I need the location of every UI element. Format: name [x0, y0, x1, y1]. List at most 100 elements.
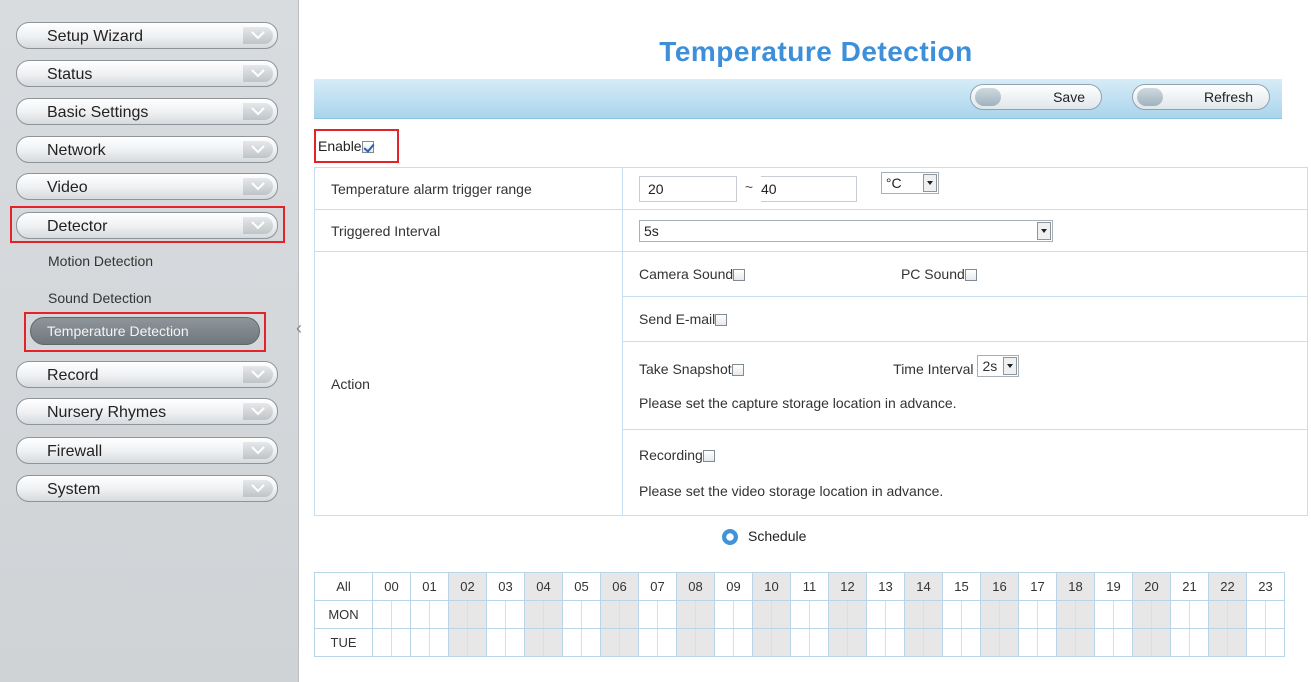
recording-checkbox[interactable] — [702, 449, 715, 462]
hour-header[interactable]: 15 — [942, 572, 981, 601]
enable-checkbox[interactable] — [361, 141, 374, 154]
schedule-cell[interactable] — [1170, 600, 1209, 629]
submenu-temperature-detection[interactable]: Temperature Detection — [30, 317, 260, 345]
schedule-cell[interactable] — [904, 600, 943, 629]
schedule-cell[interactable] — [1094, 600, 1133, 629]
hour-header[interactable]: 08 — [676, 572, 715, 601]
hour-header[interactable]: 17 — [1018, 572, 1057, 601]
hour-header[interactable]: 03 — [486, 572, 525, 601]
hour-header[interactable]: 22 — [1208, 572, 1247, 601]
menu-system[interactable]: System — [16, 475, 278, 502]
hour-header[interactable]: 02 — [448, 572, 487, 601]
schedule-cell[interactable] — [1018, 628, 1057, 657]
schedule-cell[interactable] — [980, 628, 1019, 657]
schedule-cell[interactable] — [524, 600, 563, 629]
triggered-interval-select[interactable]: 5s — [639, 219, 1053, 242]
hour-header[interactable]: 23 — [1246, 572, 1285, 601]
hour-header[interactable]: 01 — [410, 572, 449, 601]
camera-sound-checkbox[interactable] — [733, 269, 746, 282]
schedule-cell[interactable] — [638, 628, 677, 657]
schedule-cell[interactable] — [1208, 600, 1247, 629]
schedule-cell[interactable] — [562, 628, 601, 657]
take-snapshot-checkbox[interactable] — [731, 363, 744, 376]
schedule-cell[interactable] — [372, 600, 411, 629]
schedule-cell[interactable] — [410, 600, 449, 629]
schedule-cell[interactable] — [1132, 628, 1171, 657]
temp-unit-select[interactable]: °C — [880, 171, 939, 194]
menu-record[interactable]: Record — [16, 361, 278, 388]
schedule-cell[interactable] — [1246, 600, 1285, 629]
schedule-cell[interactable] — [714, 628, 753, 657]
hour-header[interactable]: 12 — [828, 572, 867, 601]
schedule-cell[interactable] — [524, 628, 563, 657]
schedule-cell[interactable] — [1056, 600, 1095, 629]
schedule-cell[interactable] — [372, 628, 411, 657]
pc-sound-checkbox[interactable] — [964, 269, 977, 282]
schedule-cell[interactable] — [942, 600, 981, 629]
refresh-button[interactable]: Refresh — [1132, 84, 1270, 110]
hour-header[interactable]: 14 — [904, 572, 943, 601]
schedule-cell[interactable] — [752, 600, 791, 629]
schedule-cell[interactable] — [828, 628, 867, 657]
schedule-cell[interactable] — [866, 600, 905, 629]
submenu-motion-detection[interactable]: Motion Detection — [48, 253, 153, 269]
schedule-cell[interactable] — [752, 628, 791, 657]
schedule-cell[interactable] — [1208, 628, 1247, 657]
schedule-cell[interactable] — [448, 628, 487, 657]
menu-video[interactable]: Video — [16, 173, 278, 200]
hour-header[interactable]: 00 — [372, 572, 411, 601]
hour-header[interactable]: 07 — [638, 572, 677, 601]
schedule-cell[interactable] — [1246, 628, 1285, 657]
all-cell[interactable]: All — [314, 572, 373, 601]
day-label[interactable]: MON — [314, 600, 373, 629]
menu-setup-wizard[interactable]: Setup Wizard — [16, 22, 278, 49]
menu-detector[interactable]: Detector — [16, 212, 278, 239]
hour-header[interactable]: 16 — [980, 572, 1019, 601]
schedule-cell[interactable] — [638, 600, 677, 629]
schedule-cell[interactable] — [1056, 628, 1095, 657]
menu-nursery-rhymes[interactable]: Nursery Rhymes — [16, 398, 278, 425]
schedule-cell[interactable] — [1094, 628, 1133, 657]
schedule-cell[interactable] — [448, 600, 487, 629]
hour-header[interactable]: 13 — [866, 572, 905, 601]
schedule-cell[interactable] — [486, 628, 525, 657]
schedule-cell[interactable] — [790, 600, 829, 629]
schedule-cell[interactable] — [562, 600, 601, 629]
submenu-sound-detection[interactable]: Sound Detection — [48, 290, 152, 306]
schedule-cell[interactable] — [600, 628, 639, 657]
hour-header[interactable]: 06 — [600, 572, 639, 601]
schedule-cell[interactable] — [904, 628, 943, 657]
schedule-cell[interactable] — [676, 600, 715, 629]
schedule-cell[interactable] — [486, 600, 525, 629]
schedule-cell[interactable] — [676, 628, 715, 657]
hour-header[interactable]: 10 — [752, 572, 791, 601]
schedule-cell[interactable] — [828, 600, 867, 629]
hour-header[interactable]: 05 — [562, 572, 601, 601]
schedule-cell[interactable] — [790, 628, 829, 657]
hour-header[interactable]: 04 — [524, 572, 563, 601]
schedule-cell[interactable] — [410, 628, 449, 657]
menu-status[interactable]: Status — [16, 60, 278, 87]
schedule-cell[interactable] — [980, 600, 1019, 629]
temp-max-input[interactable]: 40 — [760, 175, 857, 202]
menu-network[interactable]: Network — [16, 136, 278, 163]
schedule-cell[interactable] — [600, 600, 639, 629]
temp-min-input[interactable]: 20 — [639, 175, 737, 202]
collapse-sidebar-icon[interactable]: ‹ — [296, 318, 302, 339]
schedule-cell[interactable] — [1170, 628, 1209, 657]
menu-firewall[interactable]: Firewall — [16, 437, 278, 464]
send-email-checkbox[interactable] — [715, 314, 728, 327]
hour-header[interactable]: 11 — [790, 572, 829, 601]
menu-basic-settings[interactable]: Basic Settings — [16, 98, 278, 125]
schedule-cell[interactable] — [942, 628, 981, 657]
hour-header[interactable]: 09 — [714, 572, 753, 601]
schedule-cell[interactable] — [1132, 600, 1171, 629]
hour-header[interactable]: 19 — [1094, 572, 1133, 601]
schedule-cell[interactable] — [866, 628, 905, 657]
hour-header[interactable]: 21 — [1170, 572, 1209, 601]
hour-header[interactable]: 20 — [1132, 572, 1171, 601]
schedule-cell[interactable] — [714, 600, 753, 629]
day-label[interactable]: TUE — [314, 628, 373, 657]
hour-header[interactable]: 18 — [1056, 572, 1095, 601]
time-interval-select[interactable]: 2s — [977, 354, 1020, 377]
